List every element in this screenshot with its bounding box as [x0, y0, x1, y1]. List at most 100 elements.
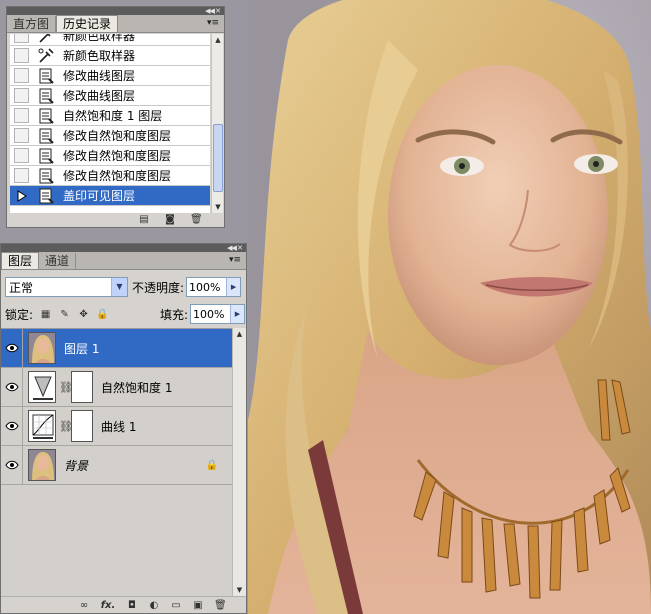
blend-mode-select[interactable]: 正常 ▼	[5, 277, 128, 297]
blend-mode-value: 正常	[9, 280, 34, 295]
history-item-selected[interactable]: 盖印可见图层	[10, 186, 210, 206]
lock-label: 锁定:	[5, 307, 34, 322]
tab-histogram[interactable]: 直方图	[7, 16, 57, 32]
fill-slider-arrow-icon[interactable]: ▶	[230, 305, 244, 323]
layer-row-vibrance-1[interactable]: ⛓ 自然饱和度 1	[1, 368, 232, 407]
history-state-icon	[39, 188, 54, 204]
layer-row-curves-1[interactable]: ⛓ 曲线 1	[1, 407, 232, 446]
lock-transparent-pixels-icon[interactable]: ▦	[39, 308, 52, 321]
lock-position-icon[interactable]: ✥	[77, 308, 90, 321]
history-scrollbar[interactable]: ▲ ▼	[211, 34, 223, 213]
visibility-toggle[interactable]	[1, 329, 23, 367]
eye-icon[interactable]	[4, 382, 19, 392]
layer-name[interactable]: 图层 1	[64, 340, 99, 357]
layer-mask-thumbnail[interactable]	[71, 371, 93, 403]
history-source-checkbox[interactable]	[14, 48, 29, 63]
tab-layers[interactable]: 图层	[1, 252, 40, 269]
history-item[interactable]: 新颜色取样器	[10, 34, 210, 46]
history-source-checkbox[interactable]	[14, 108, 29, 123]
panel-collapse-bar[interactable]: ◀◀ ✕	[1, 244, 246, 252]
scroll-up-icon[interactable]: ▲	[212, 34, 224, 46]
eye-icon[interactable]	[4, 421, 19, 431]
fill-value: 100%	[193, 307, 225, 321]
history-item-label: 修改曲线图层	[63, 69, 136, 83]
fx-icon[interactable]: fx.	[100, 600, 116, 611]
history-panel: ◀◀ ✕ 直方图 历史记录 ▾≡ 新颜色取样器 新颜色取样器 修改曲线图层 修改…	[6, 6, 225, 228]
history-source-checkbox[interactable]	[14, 88, 29, 103]
history-item-label: 盖印可见图层	[63, 189, 136, 203]
history-item[interactable]: 修改曲线图层	[10, 86, 210, 106]
new-layer-icon[interactable]: ▣	[192, 600, 204, 611]
curves-adjustment-icon	[28, 410, 56, 442]
layer-name[interactable]: 自然饱和度 1	[101, 379, 172, 396]
blend-opacity-row: 正常 ▼ 不透明度: 100% ▶	[5, 276, 245, 298]
history-item[interactable]: 自然饱和度 1 图层	[10, 106, 210, 126]
history-pointer-icon	[14, 188, 29, 203]
layer-mask-thumbnail[interactable]	[71, 410, 93, 442]
history-state-icon	[39, 128, 54, 144]
eye-icon[interactable]	[4, 343, 19, 353]
history-source-checkbox[interactable]	[14, 148, 29, 163]
history-list: 新颜色取样器 新颜色取样器 修改曲线图层 修改曲线图层 自然饱和度 1 图层 修…	[10, 34, 210, 213]
layers-scrollbar[interactable]: ▲ ▼	[232, 328, 246, 596]
scroll-up-icon[interactable]: ▲	[233, 328, 246, 340]
trash-icon[interactable]: 🗑	[190, 214, 203, 225]
tab-channels[interactable]: 通道	[39, 253, 77, 269]
new-group-icon[interactable]: ▭	[170, 600, 182, 611]
panel-menu-icon[interactable]: ▾≡	[228, 255, 242, 266]
layers-panel: ◀◀ ✕ 图层 通道 ▾≡ 正常 ▼ 不透明度: 100% ▶ 锁定: ▦ ✎ …	[0, 243, 247, 614]
add-mask-icon[interactable]: ◘	[126, 600, 138, 611]
color-sampler-icon	[39, 34, 51, 43]
panel-collapse-bar[interactable]: ◀◀ ✕	[7, 7, 224, 15]
history-item[interactable]: 修改自然饱和度图层	[10, 166, 210, 186]
history-item-label: 新颜色取样器	[63, 49, 136, 63]
fill-field[interactable]: 100% ▶	[190, 304, 245, 324]
history-state-icon	[39, 108, 54, 124]
snapshot-camera-icon[interactable]: ◙	[164, 214, 176, 225]
history-item-label: 修改自然饱和度图层	[63, 129, 172, 143]
adjustment-layer-icon[interactable]: ◐	[148, 600, 160, 611]
eye-icon[interactable]	[4, 460, 19, 470]
mask-link-icon[interactable]: ⛓	[59, 381, 73, 394]
opacity-value: 100%	[189, 280, 221, 294]
history-item[interactable]: 新颜色取样器	[10, 46, 210, 66]
lock-image-pixels-icon[interactable]: ✎	[58, 308, 71, 321]
scroll-thumb[interactable]	[213, 124, 223, 192]
collapse-arrows-icon[interactable]: ◀◀ ✕	[205, 7, 221, 15]
layer-name[interactable]: 背景	[64, 457, 88, 474]
history-item-label: 自然饱和度 1 图层	[63, 109, 163, 123]
panel-menu-icon[interactable]: ▾≡	[206, 18, 220, 29]
opacity-slider-arrow-icon[interactable]: ▶	[226, 278, 241, 296]
link-layers-icon[interactable]: ∞	[78, 600, 90, 611]
scroll-down-icon[interactable]: ▼	[233, 584, 246, 596]
tab-history[interactable]: 历史记录	[56, 15, 119, 32]
history-source-checkbox[interactable]	[14, 68, 29, 83]
history-item-label: 修改自然饱和度图层	[63, 169, 172, 183]
history-state-icon	[39, 168, 54, 184]
opacity-field[interactable]: 100% ▶	[186, 277, 242, 297]
document-photo[interactable]	[248, 0, 651, 614]
layer-thumbnail	[28, 332, 56, 364]
layers-list: 图层 1 ⛓ 自然饱和度 1 ⛓ 曲线 1 背景 🔒	[1, 328, 232, 596]
new-document-from-state-icon[interactable]: ▤	[138, 214, 150, 225]
history-source-checkbox[interactable]	[14, 34, 29, 43]
layer-row-background[interactable]: 背景 🔒	[1, 446, 232, 485]
visibility-toggle[interactable]	[1, 368, 23, 406]
portrait-image	[248, 0, 651, 614]
history-item[interactable]: 修改自然饱和度图层	[10, 146, 210, 166]
history-source-checkbox[interactable]	[14, 168, 29, 183]
lock-all-icon[interactable]: 🔒	[96, 308, 109, 321]
collapse-arrows-icon[interactable]: ◀◀ ✕	[227, 244, 243, 252]
chevron-down-icon[interactable]: ▼	[111, 278, 127, 296]
layers-tabs: 图层 通道 ▾≡	[1, 252, 246, 270]
layer-name[interactable]: 曲线 1	[101, 418, 136, 435]
mask-link-icon[interactable]: ⛓	[59, 420, 73, 433]
layer-row-layer-1[interactable]: 图层 1	[1, 329, 232, 368]
history-source-checkbox[interactable]	[14, 128, 29, 143]
visibility-toggle[interactable]	[1, 407, 23, 445]
history-item[interactable]: 修改自然饱和度图层	[10, 126, 210, 146]
history-item[interactable]: 修改曲线图层	[10, 66, 210, 86]
color-sampler-icon	[38, 47, 54, 63]
trash-icon[interactable]: 🗑	[214, 600, 227, 611]
visibility-toggle[interactable]	[1, 446, 23, 484]
